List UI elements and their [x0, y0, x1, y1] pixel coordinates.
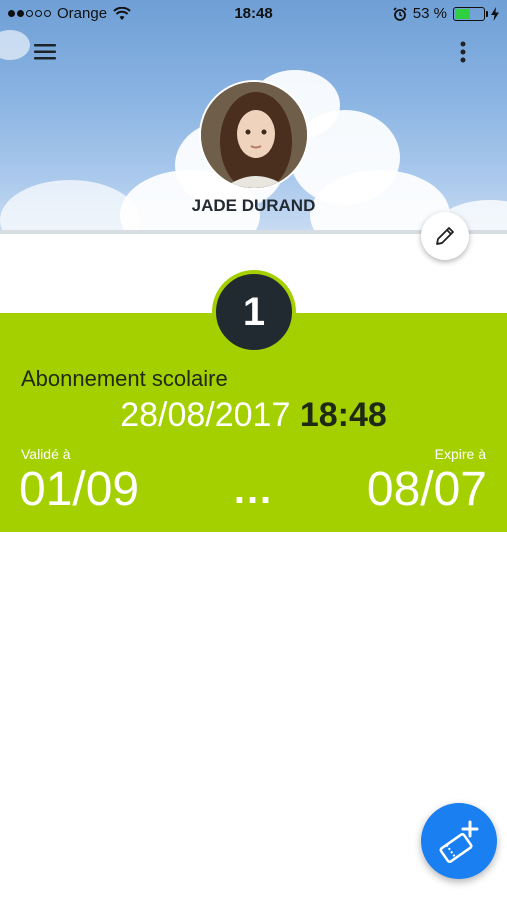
avatar: [199, 80, 309, 190]
add-ticket-button[interactable]: [421, 803, 497, 879]
subscription-title: Abonnement scolaire: [21, 366, 228, 391]
expire-date: 08/07: [366, 463, 487, 516]
valid-from-label: Validé à: [21, 446, 71, 462]
alarm-clock-icon: [393, 6, 407, 21]
pencil-icon: [436, 227, 454, 245]
hamburger-icon: [34, 44, 56, 60]
purchase-datetime: 28/08/2017 18:48: [0, 396, 507, 435]
expire-label: Expire à: [434, 446, 486, 462]
add-ticket-icon: [439, 820, 479, 864]
user-name: JADE DURAND: [191, 196, 316, 215]
more-vertical-icon: [460, 41, 466, 63]
battery-percent: 53 %: [412, 5, 447, 22]
battery-icon: [453, 6, 488, 21]
subscription-count-badge: 1: [212, 270, 296, 354]
more-options-button[interactable]: [450, 38, 476, 66]
charging-bolt-icon: [491, 6, 499, 21]
edit-profile-button[interactable]: [421, 212, 469, 260]
avatar-portrait: [201, 82, 307, 188]
purchase-time: 18:48: [299, 396, 387, 434]
purchase-date: 28/08/2017: [120, 396, 291, 434]
menu-button[interactable]: [32, 40, 58, 64]
status-bar: Orange 18:48 53 %: [0, 0, 507, 28]
